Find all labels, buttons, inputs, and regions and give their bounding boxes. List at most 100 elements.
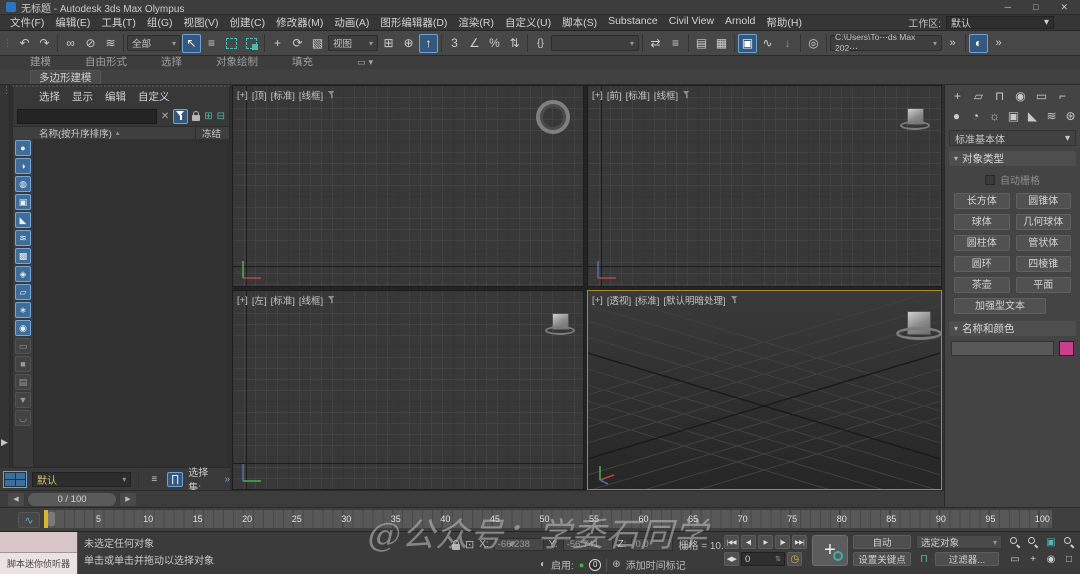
explorer-column-header[interactable]: 名称(按升序排序) ▴ 冻结 xyxy=(13,126,229,140)
timeline-tick[interactable]: 90 xyxy=(936,514,946,524)
timeline-tick[interactable]: 45 xyxy=(490,514,500,524)
unlink-selection-icon[interactable]: ⊘ xyxy=(81,34,100,53)
button-cone[interactable]: 圆锥体 xyxy=(1016,193,1072,209)
dock-grip[interactable]: ⋮ xyxy=(2,87,11,94)
timeline-tick[interactable]: 35 xyxy=(391,514,401,524)
previous-frame-button[interactable]: ◀| xyxy=(741,535,756,549)
timeline-tick[interactable]: 30 xyxy=(341,514,351,524)
autogrid-checkbox[interactable] xyxy=(985,175,995,185)
selection-lock-icon[interactable] xyxy=(452,544,460,550)
filter-groups-icon[interactable]: ▩ xyxy=(15,248,31,264)
spacewarps-category-icon[interactable]: ≋ xyxy=(1043,107,1060,125)
viewport-label-tag[interactable]: [线框] xyxy=(654,88,678,102)
next-frame-arrow-button[interactable]: ▶ xyxy=(120,493,136,506)
schematic-view-icon[interactable]: ↓ xyxy=(778,34,797,53)
current-frame-field[interactable]: 0 ⇅ xyxy=(741,552,785,566)
filter-bag-icon[interactable]: ◡ xyxy=(15,410,31,426)
viewport-left[interactable]: [+][左][标准][线框] xyxy=(232,290,584,490)
viewport-label-tag[interactable]: [标准] xyxy=(271,88,295,102)
viewport-filter-icon[interactable] xyxy=(328,91,335,99)
select-and-move-icon[interactable]: + xyxy=(268,34,287,53)
mini-curve-editor-icon[interactable]: ∿ xyxy=(18,512,40,528)
filter-spacewarps-icon[interactable]: ≋ xyxy=(15,230,31,246)
utilities-tab-icon[interactable]: ⌐ xyxy=(1053,87,1072,105)
filter-cameras-icon[interactable]: ▣ xyxy=(15,194,31,210)
expand-tree-icon[interactable]: ⊞ xyxy=(204,111,212,122)
frozen-column-header[interactable]: 冻结 xyxy=(195,126,221,140)
collapse-tree-icon[interactable]: ⊟ xyxy=(217,111,225,122)
filter-funnel-icon[interactable]: ▼ xyxy=(15,392,31,408)
lights-category-icon[interactable]: ☼ xyxy=(986,107,1003,125)
time-slider-track[interactable]: 0510152025303540455055606570758085909510… xyxy=(44,510,1052,528)
absolute-mode-icon[interactable]: ⊡ xyxy=(465,538,474,551)
add-time-tag-label[interactable]: 添加时间标记 xyxy=(626,557,686,572)
maximize-button[interactable]: □ xyxy=(1033,2,1038,13)
create-tab-icon[interactable]: + xyxy=(948,87,967,105)
filter-materials-icon[interactable]: ▭ xyxy=(15,338,31,354)
timeline-tick[interactable]: 10 xyxy=(143,514,153,524)
time-configuration-icon[interactable]: ◷ xyxy=(787,552,802,566)
button-teapot[interactable]: 茶壶 xyxy=(954,277,1010,293)
rectangular-selection-region-icon[interactable] xyxy=(222,34,241,53)
menu-animation[interactable]: 动画(A) xyxy=(334,15,369,30)
select-object-icon[interactable]: ↖ xyxy=(182,34,201,53)
name-column-header[interactable]: 名称(按升序排序) xyxy=(39,126,112,140)
viewport-top[interactable]: [+][顶][标准][线框] xyxy=(232,85,584,287)
explorer-menu-select[interactable]: 选择 xyxy=(39,89,60,104)
timeline-tick[interactable]: 25 xyxy=(292,514,302,524)
menu-arnold[interactable]: Arnold xyxy=(725,15,755,30)
geometry-category-icon[interactable]: ● xyxy=(948,107,965,125)
viewport-label-tag[interactable]: [标准] xyxy=(271,293,295,307)
explorer-menu-customize[interactable]: 自定义 xyxy=(138,89,170,104)
ribbon-tab-selection[interactable]: 选择 xyxy=(145,53,198,70)
cameras-category-icon[interactable]: ▣ xyxy=(1005,107,1022,125)
align-icon[interactable]: ≡ xyxy=(666,34,685,53)
timeline-tick[interactable]: 60 xyxy=(639,514,649,524)
menu-edit[interactable]: 编辑(E) xyxy=(55,15,90,30)
percent-snap-icon[interactable]: % xyxy=(485,34,504,53)
button-text-plus[interactable]: 加强型文本 xyxy=(954,298,1046,314)
toolbar-overflow-icon-2[interactable]: » xyxy=(989,34,1008,53)
edit-named-sets-icon[interactable]: {} xyxy=(531,34,550,53)
menu-scripting[interactable]: 脚本(S) xyxy=(562,15,597,30)
lock-explorer-icon[interactable] xyxy=(192,115,200,121)
next-frame-button[interactable]: |▶ xyxy=(775,535,790,549)
close-button[interactable]: ✕ xyxy=(1060,2,1068,13)
ribbon-tab-populate[interactable]: 填充 xyxy=(276,53,329,70)
timeline-tick[interactable]: 5 xyxy=(94,514,104,524)
timeline-tick[interactable]: 20 xyxy=(242,514,252,524)
shapes-category-icon[interactable]: ◔ xyxy=(967,107,984,125)
search-filter-icon[interactable] xyxy=(173,109,188,124)
select-by-name-icon[interactable]: ≡ xyxy=(202,34,221,53)
viewport-label-tag[interactable]: [+] xyxy=(592,90,603,101)
polygon-modeling-panel[interactable]: 多边形建模 xyxy=(30,70,101,84)
listener-macro-row[interactable] xyxy=(0,532,77,553)
object-color-swatch[interactable] xyxy=(1059,341,1074,356)
edit-named-sets-icon[interactable]: ≡ xyxy=(146,472,162,487)
filter-bones-icon[interactable]: ▱ xyxy=(15,284,31,300)
button-geosphere[interactable]: 几何球体 xyxy=(1016,214,1072,230)
viewport-label-tag[interactable]: [线框] xyxy=(299,293,323,307)
viewport-filter-icon[interactable] xyxy=(328,296,335,304)
name-color-rollout-header[interactable]: ▾ 名称和颜色 xyxy=(949,321,1076,336)
viewport-label-tag[interactable]: [+] xyxy=(237,295,248,306)
mirror-icon[interactable]: ⇄ xyxy=(646,34,665,53)
auto-key-button[interactable]: 自动 xyxy=(853,535,911,549)
ribbon-minimize-icon[interactable]: ▭ ▾ xyxy=(357,57,373,70)
button-tube[interactable]: 管状体 xyxy=(1016,235,1072,251)
motion-tab-icon[interactable]: ◉ xyxy=(1011,87,1030,105)
spinner-icon[interactable]: ⇅ xyxy=(775,555,781,563)
viewport-label-tag[interactable]: [线框] xyxy=(299,88,323,102)
button-cylinder[interactable]: 圆柱体 xyxy=(954,235,1010,251)
clear-search-icon[interactable]: ✕ xyxy=(161,111,169,122)
filter-lights-icon[interactable]: ◍ xyxy=(15,176,31,192)
previous-frame-arrow-button[interactable]: ◀ xyxy=(8,493,24,506)
key-filters-icon[interactable]: Π xyxy=(916,552,932,566)
viewport-perspective-active[interactable]: [+][透视][标准][默认明暗处理] xyxy=(587,290,942,490)
adaptive-degradation-icon[interactable]: ◐ xyxy=(540,559,546,570)
systems-category-icon[interactable]: ⊛ xyxy=(1062,107,1079,125)
ribbon-tab-freeform[interactable]: 自由形式 xyxy=(69,53,143,70)
reference-coordinate-dropdown[interactable]: 视图 ▾ xyxy=(328,35,378,51)
timeline-tick[interactable]: 40 xyxy=(440,514,450,524)
keyboard-override-toggle-icon[interactable]: ↑ xyxy=(419,34,438,53)
